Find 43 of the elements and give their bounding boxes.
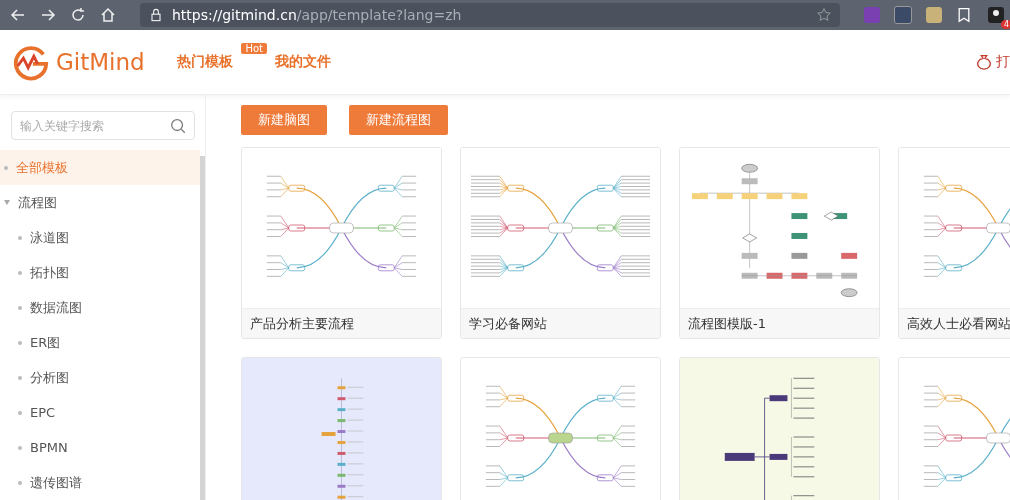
bullet-icon bbox=[18, 480, 22, 485]
money-bag-icon[interactable] bbox=[975, 53, 993, 71]
extension-icon[interactable] bbox=[894, 6, 912, 24]
logo-icon bbox=[12, 43, 50, 81]
bullet-icon bbox=[18, 410, 22, 415]
template-card[interactable]: 流程图模版-1 bbox=[679, 147, 880, 339]
template-card[interactable]: 高效人士必看网站 bbox=[898, 147, 1010, 339]
bullet-icon bbox=[18, 270, 22, 275]
category-item[interactable]: 泳道图 bbox=[0, 220, 200, 255]
category-item[interactable]: 遗传图谱 bbox=[0, 465, 200, 500]
category-item[interactable]: BPMN bbox=[0, 430, 200, 465]
category-item[interactable]: EPC bbox=[0, 395, 200, 430]
lock-icon bbox=[148, 7, 164, 23]
bullet-icon bbox=[18, 305, 22, 310]
bullet-icon bbox=[18, 445, 22, 450]
category-item[interactable]: 拓扑图 bbox=[0, 255, 200, 290]
bullet-icon bbox=[18, 340, 22, 345]
notification-badge: 4 bbox=[1000, 20, 1010, 29]
address-bar[interactable]: https://gitmind.cn/app/template?lang=zh bbox=[140, 3, 840, 27]
category-item[interactable]: 流程图 bbox=[0, 185, 200, 220]
category-item[interactable]: 数据流图 bbox=[0, 290, 200, 325]
template-card[interactable]: 学习必备网站 bbox=[460, 147, 661, 339]
category-item[interactable]: ER图 bbox=[0, 325, 200, 360]
bookmark-icon[interactable] bbox=[956, 7, 972, 23]
bullet-icon bbox=[18, 375, 22, 380]
header-link[interactable]: 打 bbox=[996, 53, 1010, 71]
template-title: 产品分析主要流程 bbox=[242, 308, 441, 338]
template-title: 流程图模版-1 bbox=[680, 308, 879, 338]
bullet-icon bbox=[18, 235, 22, 240]
profile-icon[interactable] bbox=[986, 5, 1006, 25]
star-icon[interactable] bbox=[816, 7, 832, 23]
template-card[interactable]: 产品分析主要流程 bbox=[241, 147, 442, 339]
template-title: 高效人士必看网站 bbox=[899, 308, 1010, 338]
logo-text: GitMind bbox=[56, 49, 145, 75]
search-field[interactable]: 输入关键字搜索 bbox=[11, 111, 195, 140]
template-card[interactable] bbox=[460, 357, 661, 500]
scrollbar[interactable] bbox=[200, 156, 205, 500]
template-card[interactable] bbox=[679, 357, 880, 500]
template-title: 学习必备网站 bbox=[461, 308, 660, 338]
bullet-icon bbox=[4, 165, 8, 170]
search-icon[interactable] bbox=[169, 117, 187, 135]
category-item[interactable]: 分析图 bbox=[0, 360, 200, 395]
hot-badge: Hot bbox=[241, 43, 267, 54]
